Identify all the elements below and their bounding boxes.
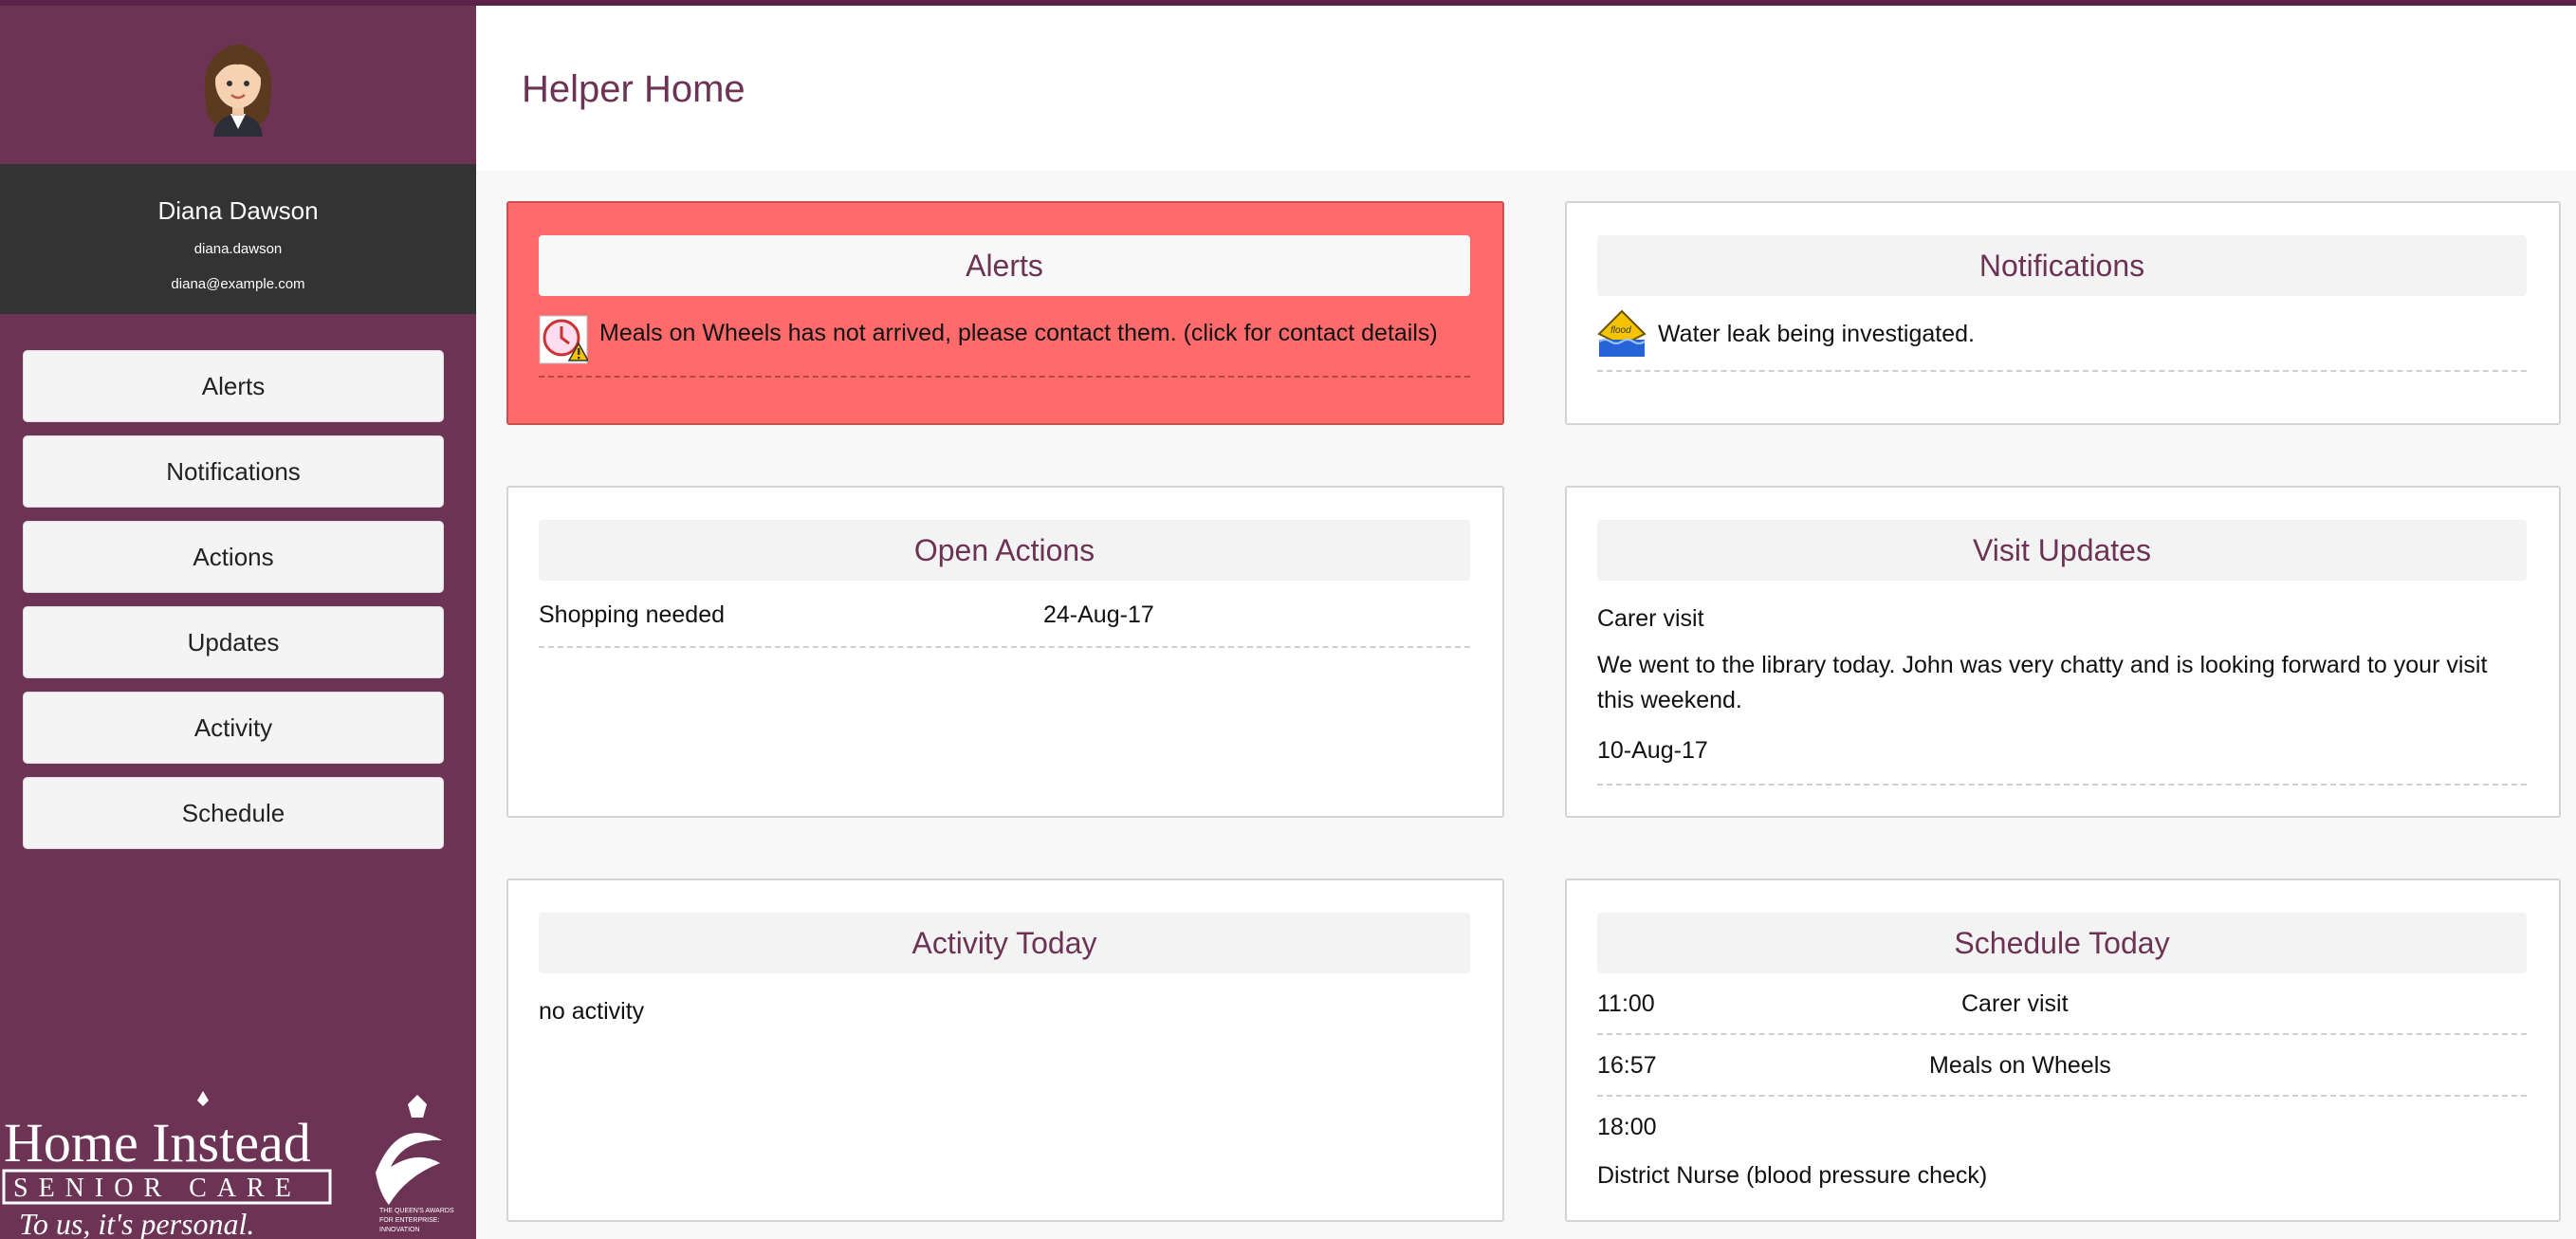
notification-text: Water leak being investigated.	[1658, 321, 1975, 347]
schedule-event: Carer visit	[1961, 990, 2069, 1017]
svg-text:THE QUEEN'S AWARDS: THE QUEEN'S AWARDS	[379, 1208, 454, 1214]
user-email: diana@example.com	[171, 276, 305, 292]
schedule-item[interactable]: 11:00 Carer visit	[1597, 973, 2527, 1035]
svg-text:SENIOR CARE: SENIOR CARE	[13, 1174, 302, 1203]
clock-warning-icon	[539, 315, 590, 364]
notifications-panel-title: Notifications	[1597, 235, 2527, 296]
alerts-panel: Alerts Meals on Wheels has not arrived, …	[506, 201, 1504, 425]
visit-update-date: 10-Aug-17	[1597, 737, 1708, 764]
action-text: Shopping needed	[539, 601, 726, 628]
nav-activity-button[interactable]: Activity	[23, 692, 444, 764]
open-actions-panel: Open Actions Shopping needed 24-Aug-17	[506, 486, 1504, 818]
svg-text:INNOVATION: INNOVATION	[379, 1227, 420, 1233]
svg-text:flood: flood	[1610, 325, 1631, 336]
schedule-event: District Nurse (blood pressure check)	[1597, 1162, 1988, 1189]
page-header: Helper Home	[476, 6, 2576, 171]
schedule-item[interactable]: 18:00 District Nurse (blood pressure che…	[1597, 1097, 2527, 1190]
alert-text: Meals on Wheels has not arrived, please …	[599, 320, 1438, 346]
svg-text:To us, it's personal.: To us, it's personal.	[19, 1207, 254, 1239]
svg-text:Home Instead: Home Instead	[4, 1112, 311, 1174]
visit-updates-panel-title: Visit Updates	[1597, 520, 2527, 581]
user-info: Diana Dawson diana.dawson diana@example.…	[0, 164, 476, 314]
alerts-panel-title: Alerts	[539, 235, 1470, 296]
avatar	[0, 6, 476, 164]
svg-text:FOR ENTERPRISE:: FOR ENTERPRISE:	[379, 1217, 439, 1224]
open-actions-panel-title: Open Actions	[539, 520, 1470, 581]
activity-empty-text: no activity	[539, 998, 645, 1025]
alert-item[interactable]: Meals on Wheels has not arrived, please …	[539, 296, 1470, 378]
user-avatar-icon	[204, 43, 272, 137]
user-login: diana.dawson	[193, 241, 283, 257]
schedule-today-panel: Schedule Today 11:00 Carer visit 16:57 M…	[1565, 878, 2561, 1222]
user-name: Diana Dawson	[157, 196, 319, 225]
sidebar: Diana Dawson diana.dawson diana@example.…	[0, 6, 476, 1239]
company-logo: Home Instead SENIOR CARE To us, it's per…	[0, 1087, 476, 1239]
action-date: 24-Aug-17	[1043, 601, 1154, 628]
notification-item[interactable]: flood Water leak being investigated.	[1597, 296, 2527, 372]
sidebar-nav: Alerts Notifications Actions Updates Act…	[0, 314, 476, 849]
home-instead-logo: Home Instead SENIOR CARE To us, it's per…	[2, 1091, 454, 1239]
nav-alerts-button[interactable]: Alerts	[23, 350, 444, 422]
schedule-time: 18:00	[1597, 1114, 1657, 1140]
visit-update-type: Carer visit	[1597, 605, 1704, 632]
visit-update-note: We went to the library today. John was v…	[1597, 652, 2488, 713]
action-item[interactable]: Shopping needed 24-Aug-17	[539, 581, 1470, 648]
nav-schedule-button[interactable]: Schedule	[23, 777, 444, 849]
schedule-item[interactable]: 16:57 Meals on Wheels	[1597, 1035, 2527, 1097]
schedule-today-panel-title: Schedule Today	[1597, 913, 2527, 973]
nav-updates-button[interactable]: Updates	[23, 606, 444, 678]
visit-updates-panel: Visit Updates Carer visit We went to the…	[1565, 486, 2561, 818]
page-title: Helper Home	[522, 68, 745, 110]
visit-update-item[interactable]: Carer visit We went to the library today…	[1597, 581, 2527, 786]
activity-today-panel: Activity Today no activity	[506, 878, 1504, 1222]
schedule-event: Meals on Wheels	[1929, 1052, 2111, 1079]
flood-warning-icon: flood	[1597, 309, 1647, 359]
schedule-time: 16:57	[1597, 1052, 1657, 1079]
notifications-panel: Notifications flood Water leak being inv…	[1565, 201, 2561, 425]
schedule-time: 11:00	[1597, 990, 1655, 1017]
nav-actions-button[interactable]: Actions	[23, 521, 444, 593]
activity-today-panel-title: Activity Today	[539, 913, 1470, 973]
nav-notifications-button[interactable]: Notifications	[23, 435, 444, 508]
